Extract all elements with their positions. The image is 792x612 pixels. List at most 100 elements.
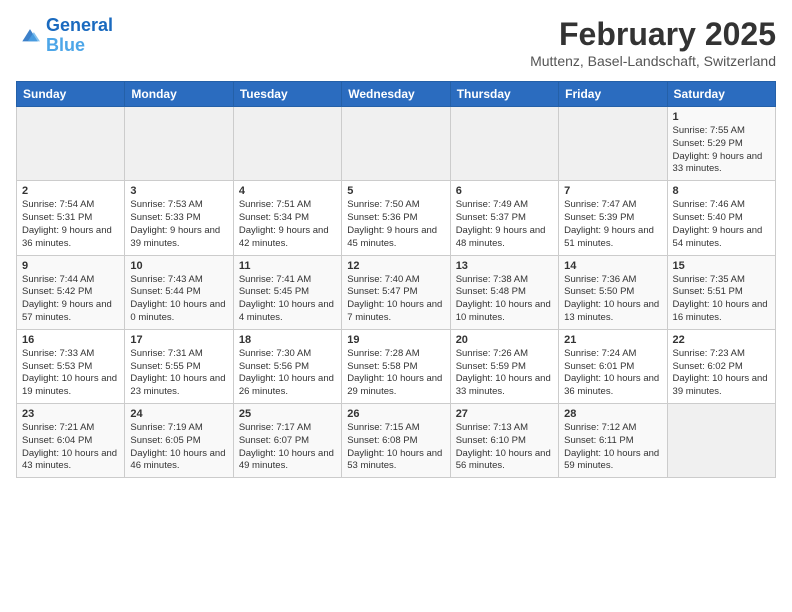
day-cell: 26Sunrise: 7:15 AM Sunset: 6:08 PM Dayli… — [342, 404, 450, 478]
page-header: General Blue February 2025 Muttenz, Base… — [16, 16, 776, 69]
title-block: February 2025 Muttenz, Basel-Landschaft,… — [530, 16, 776, 69]
day-cell: 24 Sunrise: 7:19 AM Sunset: 6:05 PM Dayli… — [125, 404, 233, 478]
day-info: Sunrise: 7:40 AM Sunset: 5:47 PM Dayligh… — [347, 274, 444, 325]
day-number: 3 — [130, 185, 227, 197]
day-cell — [559, 107, 667, 181]
day-number: 24 — [130, 408, 227, 420]
weekday-header-tuesday: Tuesday — [233, 82, 341, 107]
day-cell: 5 Sunrise: 7:50 AM Sunset: 5:36 PM Daylig… — [342, 181, 450, 255]
weekday-header-wednesday: Wednesday — [342, 82, 450, 107]
day-number: 6 — [456, 185, 553, 197]
location: Muttenz, Basel-Landschaft, Switzerland — [530, 53, 776, 69]
day-number: 4 — [239, 185, 336, 197]
day-cell: 15 Sunrise: 7:35 AM Sunset: 5:51 PM Dayli… — [667, 255, 775, 329]
day-cell: 3 Sunrise: 7:53 AM Sunset: 5:33 PM Daylig… — [125, 181, 233, 255]
day-number: 11 — [239, 260, 336, 272]
day-number: 20 — [456, 334, 553, 346]
day-info: Sunrise: 7:50 AM Sunset: 5:36 PM Dayligh… — [347, 199, 444, 250]
day-info: Sunrise: 7:43 AM Sunset: 5:44 PM Dayligh… — [130, 274, 227, 325]
day-number: 27 — [456, 408, 553, 420]
day-cell: 7 Sunrise: 7:47 AM Sunset: 5:39 PM Daylig… — [559, 181, 667, 255]
day-info: Sunrise: 7:51 AM Sunset: 5:34 PM Dayligh… — [239, 199, 336, 250]
day-info: Sunrise: 7:31 AM Sunset: 5:55 PM Dayligh… — [130, 348, 227, 399]
day-cell — [233, 107, 341, 181]
day-cell — [450, 107, 558, 181]
day-cell — [17, 107, 125, 181]
day-info: Sunrise: 7:23 AM Sunset: 6:02 PM Dayligh… — [673, 348, 770, 399]
day-cell: 2 Sunrise: 7:54 AM Sunset: 5:31 PM Daylig… — [17, 181, 125, 255]
day-cell: 14Sunrise: 7:36 AM Sunset: 5:50 PM Dayli… — [559, 255, 667, 329]
logo-line1: General — [46, 15, 113, 35]
logo-line2: Blue — [46, 35, 85, 55]
week-row-5: 23 Sunrise: 7:21 AM Sunset: 6:04 PM Dayli… — [17, 404, 776, 478]
day-cell: 25 Sunrise: 7:17 AM Sunset: 6:07 PM Dayli… — [233, 404, 341, 478]
weekday-header-monday: Monday — [125, 82, 233, 107]
day-info: Sunrise: 7:47 AM Sunset: 5:39 PM Dayligh… — [564, 199, 661, 250]
week-row-4: 16 Sunrise: 7:33 AM Sunset: 5:53 PM Dayli… — [17, 329, 776, 403]
day-cell: 18Sunrise: 7:30 AM Sunset: 5:56 PM Dayli… — [233, 329, 341, 403]
day-number: 16 — [22, 334, 119, 346]
day-info: Sunrise: 7:28 AM Sunset: 5:58 PM Dayligh… — [347, 348, 444, 399]
day-info: Sunrise: 7:33 AM Sunset: 5:53 PM Dayligh… — [22, 348, 119, 399]
day-number: 18 — [239, 334, 336, 346]
day-number: 10 — [130, 260, 227, 272]
day-number: 17 — [130, 334, 227, 346]
day-number: 2 — [22, 185, 119, 197]
day-number: 28 — [564, 408, 661, 420]
day-number: 21 — [564, 334, 661, 346]
logo: General Blue — [16, 16, 113, 56]
day-info: Sunrise: 7:21 AM Sunset: 6:04 PM Dayligh… — [22, 422, 119, 473]
day-cell: 23 Sunrise: 7:21 AM Sunset: 6:04 PM Dayli… — [17, 404, 125, 478]
day-info: Sunrise: 7:35 AM Sunset: 5:51 PM Dayligh… — [673, 274, 770, 325]
day-info: Sunrise: 7:46 AM Sunset: 5:40 PM Dayligh… — [673, 199, 770, 250]
day-cell: 10 Sunrise: 7:43 AM Sunset: 5:44 PM Dayli… — [125, 255, 233, 329]
day-number: 25 — [239, 408, 336, 420]
day-number: 8 — [673, 185, 770, 197]
day-cell: 20 Sunrise: 7:26 AM Sunset: 5:59 PM Dayli… — [450, 329, 558, 403]
day-info: Sunrise: 7:54 AM Sunset: 5:31 PM Dayligh… — [22, 199, 119, 250]
weekday-header-friday: Friday — [559, 82, 667, 107]
day-cell — [667, 404, 775, 478]
day-number: 22 — [673, 334, 770, 346]
day-number: 13 — [456, 260, 553, 272]
day-cell: 13 Sunrise: 7:38 AM Sunset: 5:48 PM Dayli… — [450, 255, 558, 329]
day-info: Sunrise: 7:53 AM Sunset: 5:33 PM Dayligh… — [130, 199, 227, 250]
day-cell: 9Sunrise: 7:44 AM Sunset: 5:42 PM Daylig… — [17, 255, 125, 329]
weekday-header-sunday: Sunday — [17, 82, 125, 107]
day-info: Sunrise: 7:36 AM Sunset: 5:50 PM Dayligh… — [564, 274, 661, 325]
day-info: Sunrise: 7:13 AM Sunset: 6:10 PM Dayligh… — [456, 422, 553, 473]
day-info: Sunrise: 7:38 AM Sunset: 5:48 PM Dayligh… — [456, 274, 553, 325]
day-info: Sunrise: 7:17 AM Sunset: 6:07 PM Dayligh… — [239, 422, 336, 473]
day-cell: 17 Sunrise: 7:31 AM Sunset: 5:55 PM Dayli… — [125, 329, 233, 403]
day-info: Sunrise: 7:19 AM Sunset: 6:05 PM Dayligh… — [130, 422, 227, 473]
day-cell — [342, 107, 450, 181]
day-info: Sunrise: 7:49 AM Sunset: 5:37 PM Dayligh… — [456, 199, 553, 250]
day-info: Sunrise: 7:41 AM Sunset: 5:45 PM Dayligh… — [239, 274, 336, 325]
weekday-header-thursday: Thursday — [450, 82, 558, 107]
day-number: 23 — [22, 408, 119, 420]
day-cell — [125, 107, 233, 181]
day-number: 7 — [564, 185, 661, 197]
day-number: 9 — [22, 260, 119, 272]
day-number: 12 — [347, 260, 444, 272]
day-number: 5 — [347, 185, 444, 197]
week-row-2: 2 Sunrise: 7:54 AM Sunset: 5:31 PM Daylig… — [17, 181, 776, 255]
day-cell: 12 Sunrise: 7:40 AM Sunset: 5:47 PM Dayli… — [342, 255, 450, 329]
day-cell: 19Sunrise: 7:28 AM Sunset: 5:58 PM Dayli… — [342, 329, 450, 403]
day-cell: 1 Sunrise: 7:55 AM Sunset: 5:29 PM Daylig… — [667, 107, 775, 181]
day-cell: 11 Sunrise: 7:41 AM Sunset: 5:45 PM Dayli… — [233, 255, 341, 329]
day-number: 1 — [673, 111, 770, 123]
day-cell: 6 Sunrise: 7:49 AM Sunset: 5:37 PM Daylig… — [450, 181, 558, 255]
day-info: Sunrise: 7:55 AM Sunset: 5:29 PM Dayligh… — [673, 125, 770, 176]
day-cell: 27 Sunrise: 7:13 AM Sunset: 6:10 PM Dayli… — [450, 404, 558, 478]
day-number: 15 — [673, 260, 770, 272]
calendar-table: SundayMondayTuesdayWednesdayThursdayFrid… — [16, 81, 776, 478]
day-info: Sunrise: 7:24 AM Sunset: 6:01 PM Dayligh… — [564, 348, 661, 399]
weekday-header-saturday: Saturday — [667, 82, 775, 107]
day-info: Sunrise: 7:26 AM Sunset: 5:59 PM Dayligh… — [456, 348, 553, 399]
day-cell: 22 Sunrise: 7:23 AM Sunset: 6:02 PM Dayli… — [667, 329, 775, 403]
day-number: 26 — [347, 408, 444, 420]
logo-text: General Blue — [46, 16, 113, 56]
week-row-3: 9Sunrise: 7:44 AM Sunset: 5:42 PM Daylig… — [17, 255, 776, 329]
day-cell: 16 Sunrise: 7:33 AM Sunset: 5:53 PM Dayli… — [17, 329, 125, 403]
